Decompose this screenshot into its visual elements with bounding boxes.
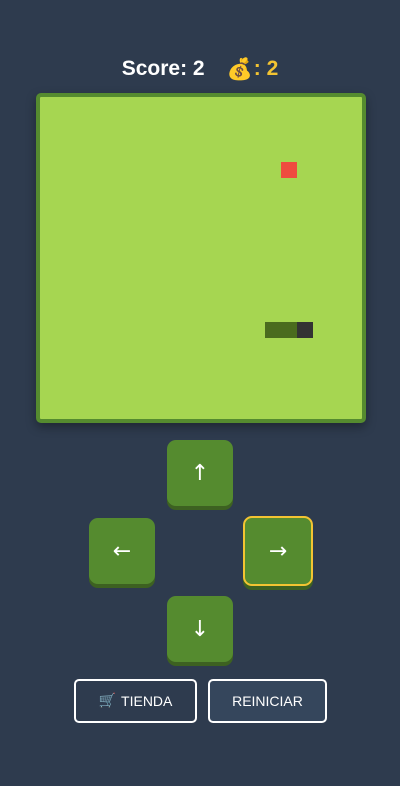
- money-bag-icon: 💰: [226, 56, 253, 81]
- game-board: [36, 93, 366, 423]
- snake-segment: [265, 322, 281, 338]
- cart-icon: 🛒: [98, 693, 117, 709]
- coins-counter: 💰 : 2: [227, 57, 279, 82]
- shop-label: TIENDA: [121, 693, 173, 709]
- restart-button[interactable]: REINICIAR: [208, 679, 327, 723]
- up-button[interactable]: ↑: [167, 440, 233, 506]
- score-label: Score: 2: [121, 57, 205, 80]
- left-button[interactable]: ←: [89, 518, 155, 584]
- down-button[interactable]: ↓: [167, 596, 233, 662]
- snake-segment: [281, 322, 297, 338]
- hud: Score: 2 💰 : 2: [0, 54, 400, 84]
- food-item: [281, 162, 297, 178]
- coins-value: : 2: [253, 57, 279, 80]
- snake-head: [297, 322, 313, 338]
- right-button[interactable]: →: [243, 516, 313, 586]
- shop-button[interactable]: 🛒 TIENDA: [74, 679, 197, 723]
